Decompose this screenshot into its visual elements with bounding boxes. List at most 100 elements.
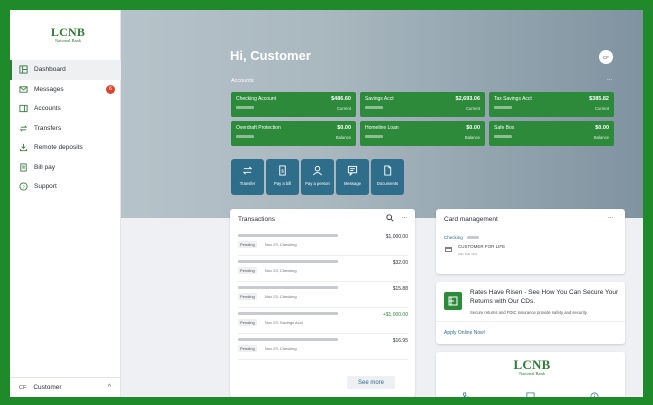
transaction-meta: Nov 23, Checking (265, 294, 297, 299)
person-icon (313, 165, 322, 176)
accounts-more-icon[interactable]: ... (607, 76, 612, 82)
account-number-masked (467, 236, 479, 239)
user-name: Customer (33, 384, 62, 391)
transfer-button[interactable]: Transfer (231, 159, 264, 195)
sidebar-item-label: Messages (34, 85, 64, 93)
status-badge: Pending (238, 345, 257, 352)
sidebar-item-label: Transfers (34, 124, 62, 132)
card-number-masked: •••• •••• •••• (458, 251, 478, 256)
sidebar-item-label: Support (34, 183, 57, 191)
sidebar: LCNB National Bank Dashboard Messages 6 (10, 10, 121, 397)
card-management-more-icon[interactable]: ... (608, 214, 613, 220)
action-label: Documents (376, 181, 399, 186)
sidebar-item-remote-deposits[interactable]: Remote deposits (10, 138, 121, 158)
transaction-amount: $16.95 (392, 338, 408, 344)
documents-button[interactable]: Documents (371, 159, 404, 195)
sidebar-item-messages[interactable]: Messages 6 (10, 80, 121, 100)
transaction-meta: Nov 23, Checking (265, 346, 297, 351)
avatar[interactable]: CF (599, 50, 613, 64)
sidebar-item-dashboard[interactable]: Dashboard (10, 60, 121, 80)
table-row[interactable]: Pending Nov 23, Checking $32.00 (238, 257, 408, 282)
search-icon[interactable] (386, 214, 394, 224)
svg-text:$: $ (281, 168, 284, 173)
divider (436, 321, 625, 322)
account-number-masked (365, 135, 383, 138)
transfer-icon (19, 124, 28, 133)
sidebar-item-transfers[interactable]: Transfers (10, 119, 121, 139)
account-number-masked (365, 106, 383, 109)
transaction-amount: +$1,000.00 (382, 312, 408, 318)
card-holder-name[interactable]: CUSTOMER FOR LIFE (458, 244, 505, 249)
status-badge: Pending (238, 267, 257, 274)
see-more-button[interactable]: See more (347, 376, 395, 389)
svg-text:?: ? (22, 185, 25, 190)
credit-card-icon (445, 247, 452, 252)
promo-title: Rates Have Risen - See How You Can Secur… (470, 289, 619, 305)
balance-type: Current (595, 106, 609, 111)
apply-online-link[interactable]: Apply Online Now! (444, 330, 485, 336)
transaction-description (238, 234, 338, 237)
transaction-description (238, 338, 338, 341)
user-menu[interactable]: CF Customer ^ (10, 377, 121, 397)
sidebar-item-support[interactable]: ? Support (10, 177, 121, 197)
action-label: Message (344, 181, 361, 186)
card-account-link[interactable]: Checking (444, 235, 463, 240)
account-card-homeline-loan[interactable]: Homeline Loan $0.00 Balance (360, 121, 485, 146)
transaction-description (238, 260, 338, 263)
balance-type: Current (337, 106, 351, 111)
sidebar-nav: Dashboard Messages 6 Accounts Transfers (10, 60, 121, 197)
logo-wordmark: LCNB (50, 25, 86, 39)
status-badge: Pending (238, 319, 257, 326)
info-icon[interactable] (590, 388, 599, 397)
account-name: Tax Savings Acct (494, 96, 532, 102)
pay-person-button[interactable]: Pay a person (301, 159, 334, 195)
table-row[interactable]: Pending Nov 23, Savings Acct +$1,000.00 (238, 309, 408, 334)
account-number-masked (236, 106, 254, 109)
action-label: Transfer (239, 181, 256, 186)
message-icon[interactable] (526, 388, 535, 397)
account-card-checking[interactable]: Checking Account $486.60 Current (231, 92, 356, 117)
promo-card: Rates Have Risen - See How You Can Secur… (436, 282, 625, 344)
transactions-more-icon[interactable]: ... (402, 214, 407, 220)
pay-bill-button[interactable]: $ Pay a bill (266, 159, 299, 195)
unread-badge: 6 (106, 84, 115, 94)
account-name: Checking Account (236, 96, 277, 102)
balance-type: Current (466, 106, 480, 111)
account-balance: $385.82 (589, 96, 609, 102)
card-management-card: Card management ... Checking CUSTOMER FO… (436, 209, 625, 274)
account-card-safe-box[interactable]: Safe Box $0.00 Balance (489, 121, 614, 146)
logo-wordmark: LCNB (513, 357, 551, 372)
transaction-amount: $1,000.00 (385, 234, 408, 240)
transfer-icon (242, 166, 253, 175)
promo-body: Secure returns and FDIC insurance provid… (470, 310, 588, 315)
status-badge: Pending (238, 241, 257, 248)
sidebar-item-bill-pay[interactable]: Bill pay (10, 158, 121, 178)
bank-logo: LCNB National Bank (508, 358, 556, 376)
table-row[interactable]: Pending Nov 23, Checking $15.88 (238, 283, 408, 308)
promo-icon (444, 292, 462, 310)
account-card-overdraft[interactable]: Overdraft Protection $0.00 Balance (231, 121, 356, 146)
balance-type: Balance (593, 135, 609, 140)
main-content: Hi, Customer CF Accounts ... Checking Ac… (121, 10, 643, 397)
balance-type: Balance (464, 135, 480, 140)
account-card-savings[interactable]: Savings Acct $2,693.06 Current (360, 92, 485, 117)
status-badge: Pending (238, 293, 257, 300)
accounts-icon (19, 104, 28, 113)
transactions-card: Transactions ... Pending Nov 23, Checkin… (230, 209, 415, 397)
account-balance: $2,693.06 (455, 96, 480, 102)
table-row[interactable]: Pending Nov 23, Checking $1,000.00 (238, 231, 408, 256)
bank-info-card: LCNB National Bank (436, 352, 625, 397)
table-row[interactable]: Pending Nov 23, Checking $16.95 (238, 335, 408, 360)
sidebar-item-label: Accounts (34, 105, 61, 113)
message-button[interactable]: Message (336, 159, 369, 195)
mail-icon (19, 85, 28, 94)
phone-icon[interactable] (462, 388, 471, 397)
transaction-meta: Nov 23, Savings Acct (265, 320, 303, 325)
bank-logo[interactable]: LCNB National Bank (48, 26, 88, 43)
account-name: Safe Box (494, 125, 515, 131)
help-icon: ? (19, 182, 28, 191)
account-balance: $0.00 (466, 125, 480, 131)
account-card-tax-savings[interactable]: Tax Savings Acct $385.82 Current (489, 92, 614, 117)
message-icon (347, 165, 358, 176)
sidebar-item-accounts[interactable]: Accounts (10, 99, 121, 119)
